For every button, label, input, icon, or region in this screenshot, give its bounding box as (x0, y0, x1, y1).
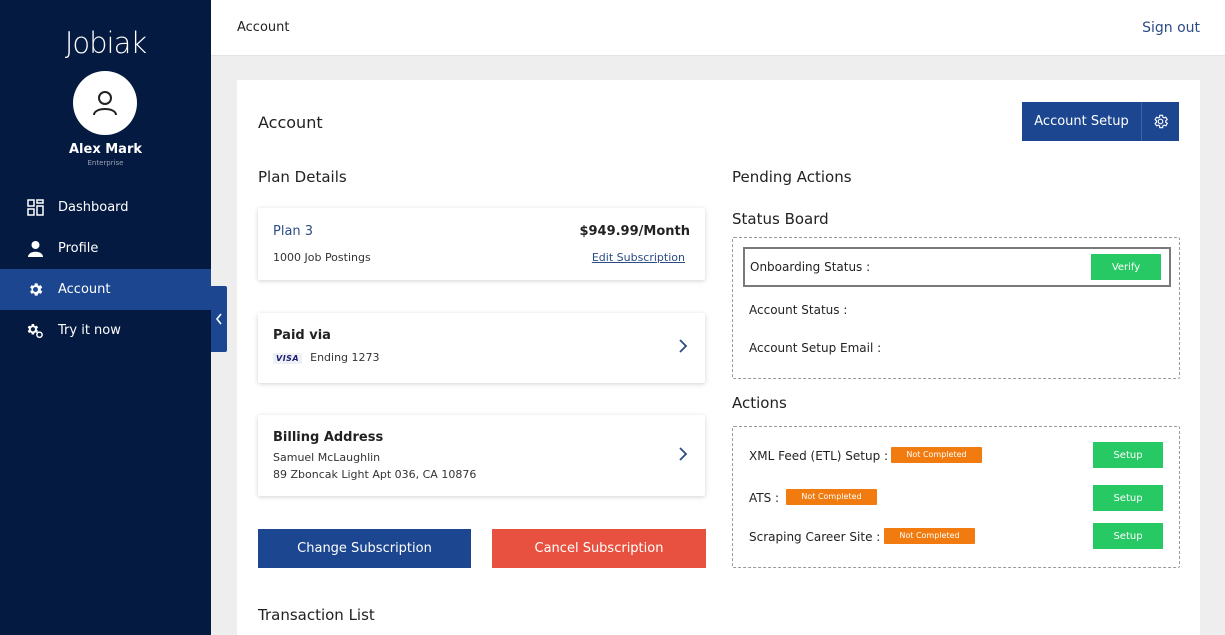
scraping-career-site-setup-button[interactable]: Setup (1093, 523, 1163, 549)
billing-name: Samuel McLaughlin (273, 451, 381, 464)
ats-label: ATS : (749, 491, 780, 505)
billing-address-label: Billing Address (273, 430, 384, 445)
actions-board: XML Feed (ETL) Setup : Not Completed Set… (732, 426, 1180, 568)
user-plan: Enterprise (87, 159, 124, 167)
dashboard-grid-icon (26, 199, 44, 217)
sidebar-item-profile[interactable]: Profile (0, 228, 211, 269)
plan-card: Plan 3 $949.99/Month 1000 Job Postings E… (258, 208, 705, 280)
xml-feed-setup-button[interactable]: Setup (1093, 442, 1163, 468)
status-badge: Not Completed (786, 489, 877, 505)
sidebar-collapse-button[interactable] (211, 286, 227, 352)
status-badge: Not Completed (884, 528, 975, 544)
sidebar-item-label: Dashboard (58, 200, 129, 215)
sidebar: Jobiak Alex Mark Enterprise Dashboard Pr… (0, 0, 211, 635)
sidebar-item-account[interactable]: Account (0, 269, 211, 310)
xml-feed-label: XML Feed (ETL) Setup : (749, 449, 889, 463)
status-badge: Not Completed (891, 447, 982, 463)
billing-address: 89 Zboncak Light Apt 036, CA 10876 (273, 468, 477, 481)
sign-out-link[interactable]: Sign out (1142, 20, 1200, 36)
account-card: Account Account Setup Plan Details Plan … (237, 80, 1200, 635)
status-board-heading: Status Board (732, 210, 829, 228)
paid-via-label: Paid via (273, 328, 331, 343)
edit-subscription-link[interactable]: Edit Subscription (592, 251, 685, 264)
user-icon (93, 91, 117, 116)
account-setup-button[interactable]: Account Setup (1022, 102, 1179, 141)
breadcrumb: Account (237, 20, 290, 35)
status-board: Onboarding Status : Verify Account Statu… (732, 237, 1180, 379)
scraping-career-site-label: Scraping Career Site : (749, 530, 881, 544)
pending-actions-heading: Pending Actions (732, 168, 852, 186)
actions-heading: Actions (732, 394, 787, 412)
verify-button[interactable]: Verify (1091, 254, 1161, 280)
onboarding-status-label: Onboarding Status : (750, 260, 871, 274)
transaction-list-heading: Transaction List (258, 606, 375, 624)
top-bar: Account Sign out (211, 0, 1225, 56)
account-status-label: Account Status : (749, 303, 848, 317)
sidebar-item-try-it-now[interactable]: Try it now (0, 310, 211, 351)
chevron-right-icon[interactable] (675, 446, 691, 462)
sidebar-item-label: Profile (58, 241, 99, 256)
plan-postings: 1000 Job Postings (273, 251, 371, 264)
plan-name: Plan 3 (273, 224, 314, 239)
gears-icon (26, 322, 44, 340)
person-icon (26, 240, 44, 258)
chevron-left-icon (215, 313, 222, 325)
user-name: Alex Mark (68, 142, 142, 157)
payment-method-card[interactable]: Paid via VISA Ending 1273 (258, 313, 705, 383)
billing-address-card[interactable]: Billing Address Samuel McLaughlin 89 Zbo… (258, 415, 705, 496)
onboarding-status-row: Onboarding Status : Verify (743, 247, 1171, 287)
sidebar-nav: Dashboard Profile Account Try it now (0, 187, 211, 351)
change-subscription-button[interactable]: Change Subscription (258, 529, 471, 568)
account-setup-email-label: Account Setup Email : (749, 341, 882, 355)
ats-setup-button[interactable]: Setup (1093, 485, 1163, 511)
settings-gear-icon[interactable] (1142, 102, 1179, 141)
payment-card-line: VISA Ending 1273 (273, 351, 380, 364)
plan-details-heading: Plan Details (258, 168, 347, 186)
card-ending: Ending 1273 (310, 351, 380, 364)
jobiak-logo[interactable]: Jobiak (0, 26, 211, 60)
sidebar-item-label: Account (58, 282, 111, 297)
chevron-right-icon[interactable] (675, 338, 691, 354)
account-setup-label: Account Setup (1022, 102, 1142, 141)
avatar[interactable] (73, 71, 137, 135)
plan-price: $949.99/Month (579, 224, 690, 239)
cancel-subscription-button[interactable]: Cancel Subscription (492, 529, 706, 568)
page-title: Account (258, 113, 323, 132)
sidebar-item-label: Try it now (58, 323, 121, 338)
visa-icon: VISA (273, 353, 303, 364)
gear-icon (26, 281, 44, 299)
sidebar-item-dashboard[interactable]: Dashboard (0, 187, 211, 228)
